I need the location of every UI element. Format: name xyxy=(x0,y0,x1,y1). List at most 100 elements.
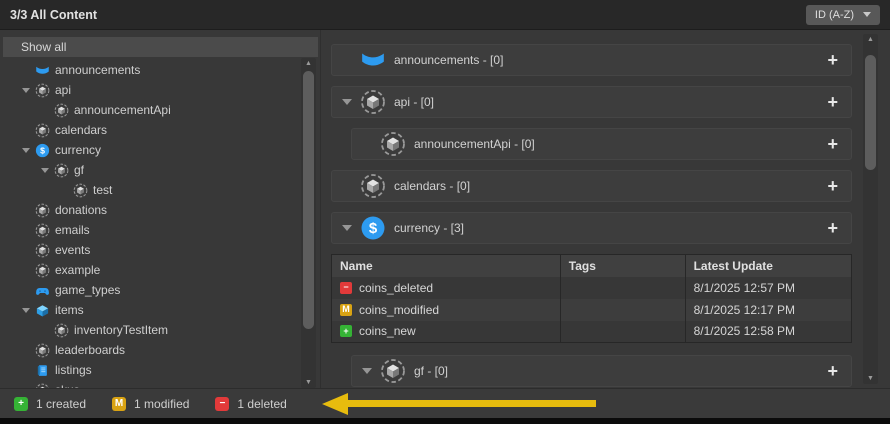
tree-item[interactable]: skus xyxy=(0,380,320,388)
sort-order-label: ID (A-Z) xyxy=(815,9,854,21)
entry-updated: 8/1/2025 12:17 PM xyxy=(685,299,851,321)
tree-item-label: test xyxy=(93,183,112,197)
content-section-row[interactable]: calendars - [0] + xyxy=(331,170,852,202)
namespace-icon xyxy=(35,343,50,358)
tree-item[interactable]: game_types xyxy=(0,280,320,300)
content-section-row[interactable]: $ currency - [3] + xyxy=(331,212,852,244)
tree-item-label: events xyxy=(55,243,90,257)
legend-item: − 1 deleted xyxy=(215,397,286,411)
banner-icon xyxy=(360,47,386,73)
status-badge: − xyxy=(340,282,352,294)
content-tree: announcements api announcementApi xyxy=(0,60,320,388)
content-panel: announcements - [0] + api - [0] + announ… xyxy=(320,30,890,388)
content-section-row[interactable]: gf - [0] + xyxy=(351,355,852,387)
book-icon xyxy=(35,363,50,378)
tree-item-label: leaderboards xyxy=(55,343,125,357)
add-item-button[interactable]: + xyxy=(827,219,838,237)
expand-caret-icon[interactable] xyxy=(22,308,30,313)
entry-tags xyxy=(560,299,685,321)
scroll-up-icon[interactable]: ▲ xyxy=(305,58,312,69)
entry-name: coins_modified xyxy=(359,303,439,317)
tree-item[interactable]: announcementApi xyxy=(0,100,320,120)
chevron-down-icon xyxy=(863,12,871,17)
currency-icon: $ xyxy=(360,215,386,241)
expand-caret-icon[interactable] xyxy=(362,368,372,374)
tree-item[interactable]: donations xyxy=(0,200,320,220)
namespace-icon xyxy=(35,243,50,258)
add-item-button[interactable]: + xyxy=(827,135,838,153)
content-scrollbar[interactable]: ▲ ▼ xyxy=(863,34,878,384)
table-header-row: NameTagsLatest Update xyxy=(332,255,852,277)
status-bar: + 1 created M 1 modified − 1 deleted xyxy=(0,388,890,418)
tree-item[interactable]: events xyxy=(0,240,320,260)
section-label: announcements - [0] xyxy=(394,53,503,67)
expand-caret-icon[interactable] xyxy=(342,225,352,231)
namespace-icon xyxy=(54,103,69,118)
tree-item[interactable]: leaderboards xyxy=(0,340,320,360)
cube-icon xyxy=(35,303,50,318)
namespace-icon xyxy=(380,358,406,384)
add-item-button[interactable]: + xyxy=(827,362,838,380)
expand-caret-icon[interactable] xyxy=(41,168,49,173)
table-row[interactable]: − coins_deleted 8/1/2025 12:57 PM xyxy=(332,277,852,299)
add-item-button[interactable]: + xyxy=(827,51,838,69)
expand-caret-icon[interactable] xyxy=(22,88,30,93)
content-section-row[interactable]: api - [0] + xyxy=(331,86,852,118)
namespace-icon xyxy=(380,131,406,157)
banner-icon xyxy=(35,63,50,78)
tree-item-label: emails xyxy=(55,223,90,237)
tree-item-label: example xyxy=(55,263,100,277)
tree-item[interactable]: inventoryTestItem xyxy=(0,320,320,340)
legend-item: + 1 created xyxy=(14,397,86,411)
namespace-icon xyxy=(35,203,50,218)
tree-item[interactable]: gf xyxy=(0,160,320,180)
table-header[interactable]: Tags xyxy=(560,255,685,277)
tree-item[interactable]: example xyxy=(0,260,320,280)
scroll-down-icon[interactable]: ▼ xyxy=(867,373,874,384)
sidebar-scrollbar[interactable]: ▲ ▼ xyxy=(301,58,316,388)
filter-show-all[interactable]: Show all xyxy=(3,37,318,57)
section-label: currency - [3] xyxy=(394,221,464,235)
namespace-icon xyxy=(35,123,50,138)
currency-icon: $ xyxy=(35,143,50,158)
scroll-down-icon[interactable]: ▼ xyxy=(305,377,312,388)
content-section-row[interactable]: announcementApi - [0] + xyxy=(351,128,852,160)
scrollbar-thumb[interactable] xyxy=(865,55,876,170)
tree-item-label: calendars xyxy=(55,123,107,137)
expand-caret-icon[interactable] xyxy=(22,148,30,153)
tree-item[interactable]: items xyxy=(0,300,320,320)
tree-item[interactable]: api xyxy=(0,80,320,100)
tree-item[interactable]: emails xyxy=(0,220,320,240)
add-item-button[interactable]: + xyxy=(827,177,838,195)
content-sections-list: announcements - [0] + api - [0] + announ… xyxy=(331,44,852,244)
scroll-up-icon[interactable]: ▲ xyxy=(867,34,874,45)
scrollbar-thumb[interactable] xyxy=(303,71,314,329)
table-header[interactable]: Name xyxy=(332,255,561,277)
tree-item[interactable]: calendars xyxy=(0,120,320,140)
table-row[interactable]: + coins_new 8/1/2025 12:58 PM xyxy=(332,321,852,343)
tree-item[interactable]: listings xyxy=(0,360,320,380)
section-label: announcementApi - [0] xyxy=(414,137,535,151)
titlebar: 3/3 All Content ID (A-Z) xyxy=(0,0,890,30)
namespace-icon xyxy=(35,263,50,278)
entry-updated: 8/1/2025 12:58 PM xyxy=(685,321,851,343)
table-header[interactable]: Latest Update xyxy=(685,255,851,277)
tree-item[interactable]: announcements xyxy=(0,60,320,80)
table-row[interactable]: M coins_modified 8/1/2025 12:17 PM xyxy=(332,299,852,321)
status-badge: M xyxy=(340,304,352,316)
namespace-icon xyxy=(54,163,69,178)
status-badge: + xyxy=(14,397,28,411)
sort-order-button[interactable]: ID (A-Z) xyxy=(806,5,880,25)
entry-name: coins_deleted xyxy=(359,281,433,295)
content-section-row[interactable]: announcements - [0] + xyxy=(331,44,852,76)
add-item-button[interactable]: + xyxy=(827,93,838,111)
tree-item[interactable]: $ currency xyxy=(0,140,320,160)
tree-item-label: items xyxy=(55,303,84,317)
expand-caret-icon[interactable] xyxy=(342,99,352,105)
entry-tags xyxy=(560,321,685,343)
namespace-icon xyxy=(54,323,69,338)
window-edge xyxy=(0,418,890,424)
section-label: gf - [0] xyxy=(414,364,448,378)
legend-item: M 1 modified xyxy=(112,397,189,411)
tree-item[interactable]: test xyxy=(0,180,320,200)
